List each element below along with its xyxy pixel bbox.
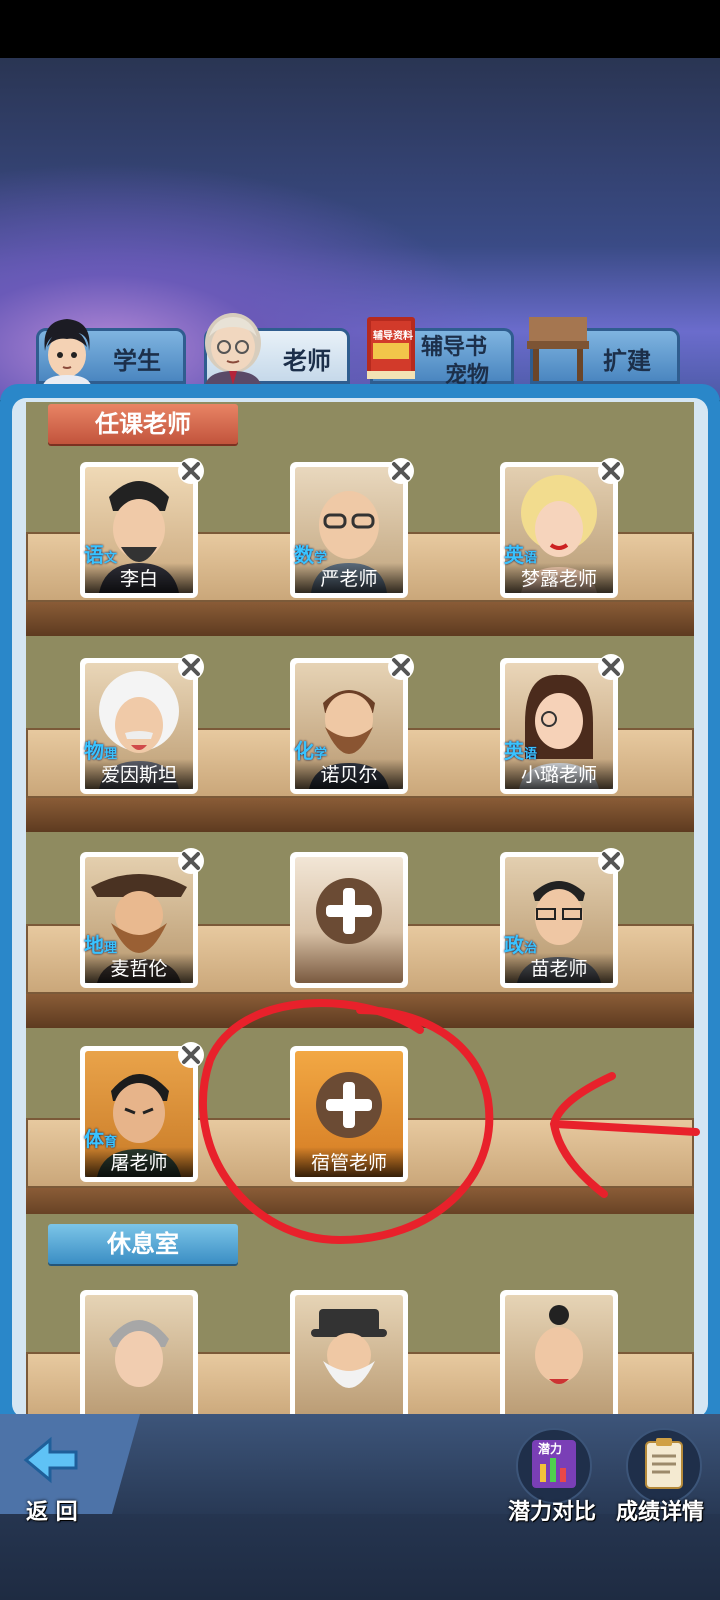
tab-books-pets[interactable]: 辅导资料 辅导书 宠物 bbox=[367, 317, 514, 388]
teacher-card[interactable]: 地理 麦哲伦 bbox=[80, 848, 204, 988]
potential-compare-label[interactable]: 潜力对比 bbox=[508, 1494, 596, 1526]
tab-teachers-label: 老师 bbox=[283, 347, 331, 375]
teacher-name: 诺贝尔 bbox=[295, 759, 403, 789]
score-details-label[interactable]: 成绩详情 bbox=[616, 1494, 704, 1526]
remove-icon[interactable] bbox=[176, 456, 206, 486]
teacher-name: 严老师 bbox=[295, 563, 403, 593]
teacher-name: 李白 bbox=[85, 563, 193, 593]
tutoring-book-text: 辅导资料 bbox=[373, 331, 413, 342]
teacher-name: 小璐老师 bbox=[505, 759, 613, 789]
tab-expand[interactable]: 扩建 bbox=[527, 317, 680, 384]
dorm-teacher-label: 宿管老师 bbox=[295, 1147, 403, 1177]
section-title-teachers: 任课老师 bbox=[48, 404, 238, 444]
remove-icon[interactable] bbox=[596, 456, 626, 486]
tab-expand-label: 扩建 bbox=[603, 347, 651, 375]
lounge-teacher-3-portrait-icon bbox=[535, 1305, 583, 1384]
add-teacher-icon bbox=[316, 1072, 382, 1138]
teacher-portrait bbox=[505, 1295, 613, 1418]
teacher-portrait bbox=[295, 1295, 403, 1418]
teacher-avatar-icon bbox=[205, 313, 261, 385]
status-bar bbox=[0, 0, 720, 58]
teacher-card[interactable]: 化学 诺贝尔 bbox=[290, 654, 414, 794]
remove-icon[interactable] bbox=[386, 652, 416, 682]
teacher-name: 梦露老师 bbox=[505, 563, 613, 593]
back-button-label[interactable]: 返 回 bbox=[26, 1494, 78, 1526]
teacher-name: 苗老师 bbox=[505, 953, 613, 983]
remove-icon[interactable] bbox=[596, 652, 626, 682]
teacher-portrait bbox=[85, 1295, 193, 1418]
remove-icon[interactable] bbox=[176, 846, 206, 876]
tutoring-book-icon bbox=[367, 317, 415, 379]
potential-compare-button[interactable]: 潜力 bbox=[516, 1428, 592, 1504]
potential-icon-text: 潜力 bbox=[538, 1442, 563, 1456]
lounge-teacher-card[interactable] bbox=[500, 1290, 618, 1418]
desk-icon bbox=[527, 317, 589, 381]
bottom-bar: 返 回 潜力 潜力对比 成绩详情 bbox=[0, 1414, 720, 1600]
clipboard-icon bbox=[645, 1438, 683, 1489]
back-arrow-icon[interactable] bbox=[22, 1436, 80, 1484]
teacher-card[interactable]: 英语 小璐老师 bbox=[500, 654, 624, 794]
remove-icon[interactable] bbox=[596, 846, 626, 876]
score-details-button[interactable] bbox=[626, 1428, 702, 1504]
lounge-teacher-card[interactable] bbox=[80, 1290, 198, 1418]
add-dorm-teacher-slot[interactable]: 宿管老师 bbox=[290, 1046, 408, 1182]
teacher-card[interactable]: 物理 爱因斯坦 bbox=[80, 654, 204, 794]
teacher-name: 麦哲伦 bbox=[85, 953, 193, 983]
lounge-teacher-1-portrait-icon bbox=[109, 1320, 169, 1387]
teacher-name: 屠老师 bbox=[85, 1147, 193, 1177]
teacher-panel-inner: 任课老师 语文 李白 数学 严老师 英语 梦露老师 物理 爱因斯坦 化学 诺贝尔… bbox=[12, 398, 708, 1418]
teacher-card[interactable]: 英语 梦露老师 bbox=[500, 458, 624, 598]
section-title-lounge: 休息室 bbox=[48, 1224, 238, 1264]
tab-students-label: 学生 bbox=[113, 347, 161, 375]
remove-icon[interactable] bbox=[176, 1040, 206, 1070]
student-avatar-icon bbox=[43, 319, 91, 385]
teacher-card[interactable]: 数学 严老师 bbox=[290, 458, 414, 598]
lounge-teacher-card[interactable] bbox=[290, 1290, 408, 1418]
teacher-name: 爱因斯坦 bbox=[85, 759, 193, 789]
add-teacher-icon bbox=[316, 878, 382, 944]
teacher-card[interactable]: 语文 李白 bbox=[80, 458, 204, 598]
tab-students[interactable]: 学生 bbox=[36, 319, 186, 385]
tab-teachers[interactable]: 老师 bbox=[204, 313, 350, 385]
empty-teacher-slot[interactable] bbox=[290, 852, 408, 988]
lounge-teacher-2-portrait-icon bbox=[311, 1309, 387, 1388]
teacher-card[interactable]: 体育 屠老师 bbox=[80, 1042, 204, 1182]
teacher-card[interactable]: 政治 苗老师 bbox=[500, 848, 624, 988]
remove-icon[interactable] bbox=[176, 652, 206, 682]
remove-icon[interactable] bbox=[386, 456, 416, 486]
teacher-panel: 任课老师 语文 李白 数学 严老师 英语 梦露老师 物理 爱因斯坦 化学 诺贝尔… bbox=[0, 384, 720, 1418]
